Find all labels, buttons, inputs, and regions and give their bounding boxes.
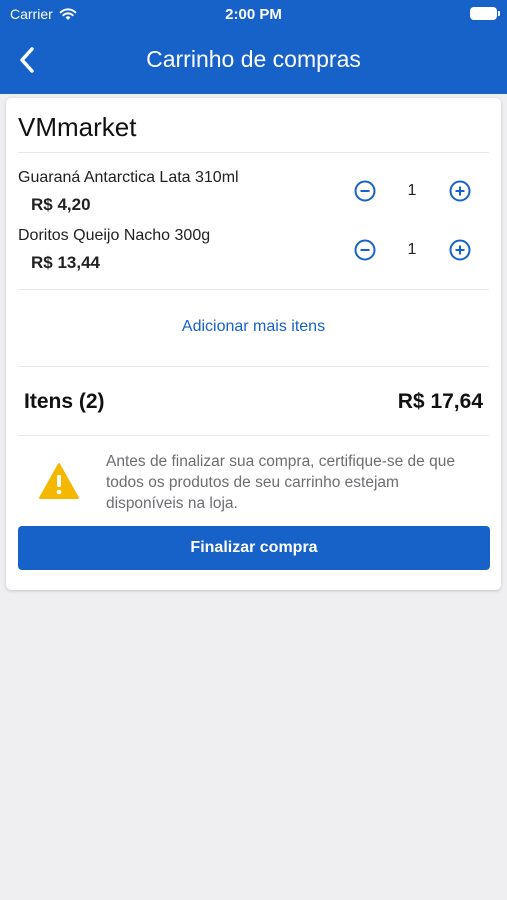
- divider: [18, 435, 489, 436]
- product-name: Doritos Queijo Nacho 300g: [18, 227, 211, 244]
- cart-total: R$ 17,64: [397, 390, 483, 413]
- divider: [18, 152, 489, 153]
- app-header: Carrier 2:00 PM Carrinho de compras: [0, 0, 507, 94]
- product-name: Guaraná Antarctica Lata 310ml: [18, 169, 239, 186]
- status-time: 2:00 PM: [225, 6, 282, 23]
- divider: [18, 289, 489, 290]
- product-price: R$ 13,44: [31, 253, 100, 272]
- decrease-quantity-icon[interactable]: [354, 180, 376, 202]
- items-count-label: Itens (2): [24, 390, 105, 413]
- cart-card: VMmarket Guaraná Antarctica Lata 310ml R…: [6, 98, 501, 590]
- increase-quantity-icon[interactable]: [449, 239, 471, 261]
- page-title: Carrinho de compras: [146, 46, 361, 72]
- decrease-quantity-icon[interactable]: [354, 239, 376, 261]
- finish-purchase-button[interactable]: Finalizar compra: [18, 526, 490, 570]
- battery-icon: [470, 7, 500, 20]
- warning-message: Antes de finalizar sua compra, certifiqu…: [106, 453, 455, 512]
- product-price: R$ 4,20: [31, 195, 91, 214]
- add-more-items-link[interactable]: Adicionar mais itens: [6, 318, 501, 336]
- quantity-value: 1: [407, 241, 417, 258]
- store-name: VMmarket: [18, 112, 137, 142]
- quantity-value: 1: [407, 182, 417, 199]
- increase-quantity-icon[interactable]: [449, 180, 471, 202]
- status-bar: Carrier 2:00 PM: [0, 0, 507, 30]
- warning-icon: [39, 463, 79, 499]
- divider: [18, 366, 489, 367]
